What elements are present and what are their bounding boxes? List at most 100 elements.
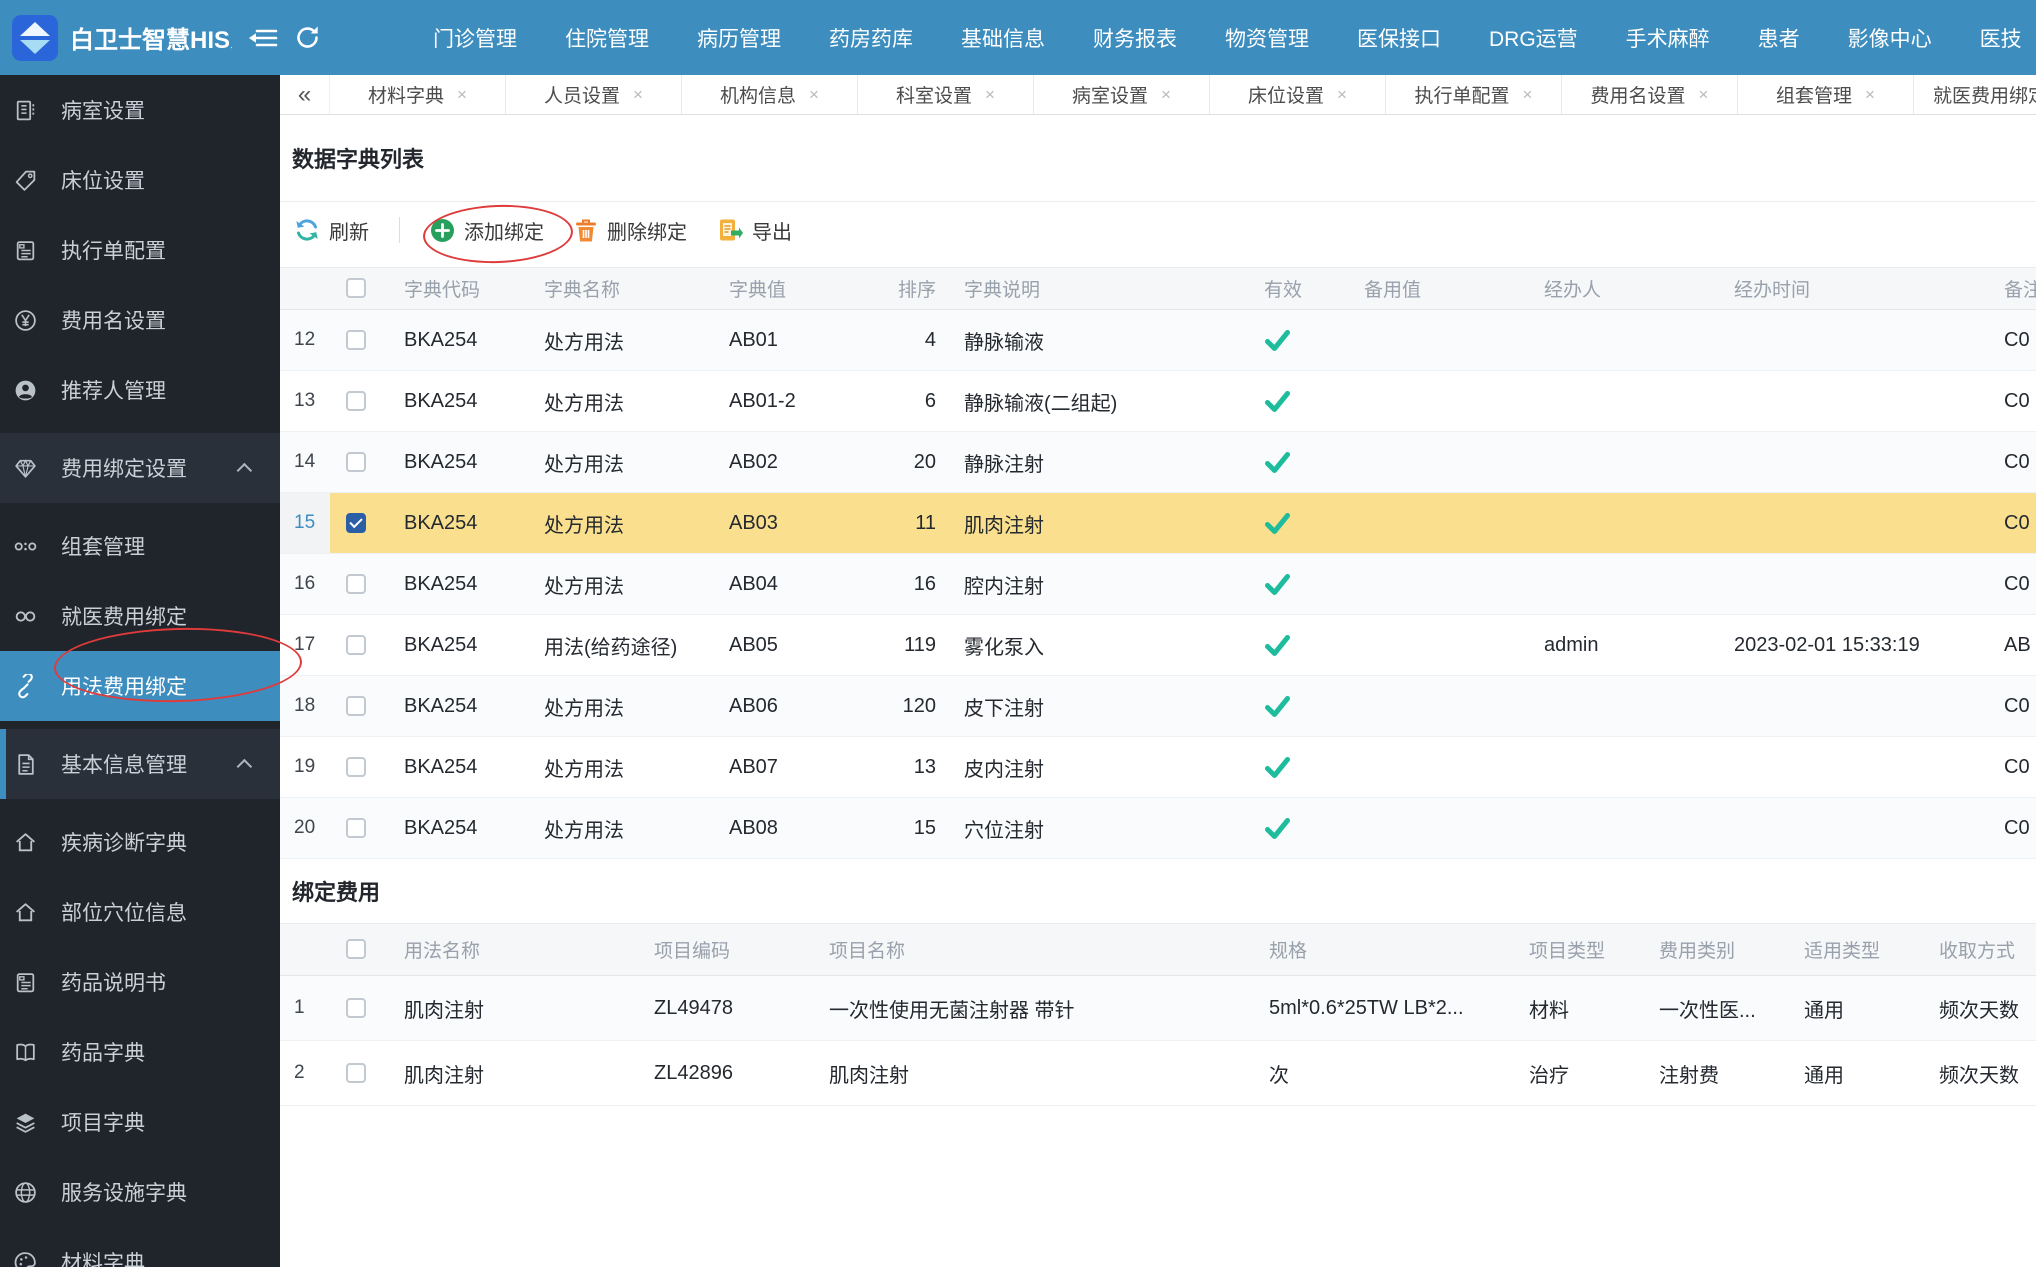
tab[interactable]: 病室设置 × xyxy=(1034,75,1210,114)
table-row[interactable]: 18 BKA254 处方用法 AB06 120 皮下注射 C0 xyxy=(280,676,2036,737)
row-checkbox[interactable] xyxy=(346,330,366,350)
top-nav-item[interactable]: DRG运营 xyxy=(1489,23,1578,53)
top-nav-item[interactable]: 基础信息 xyxy=(961,23,1045,53)
tab[interactable]: 床位设置 × xyxy=(1210,75,1386,114)
close-tab-icon[interactable]: × xyxy=(809,85,819,105)
top-nav-item[interactable]: 财务报表 xyxy=(1093,23,1177,53)
top-nav-item[interactable]: 病历管理 xyxy=(697,23,781,53)
row-checkbox[interactable] xyxy=(346,696,366,716)
cell-dict-name: 处方用法 xyxy=(528,493,713,554)
row-checkbox[interactable] xyxy=(346,391,366,411)
sidebar-item-drug-dict[interactable]: 药品字典 xyxy=(0,1017,280,1087)
sidebar-item-ward-setup[interactable]: 病室设置 xyxy=(0,75,280,145)
close-tab-icon[interactable]: × xyxy=(1699,85,1709,105)
tab[interactable]: 机构信息 × xyxy=(682,75,858,114)
sidebar-item-drug-manual[interactable]: 药品说明书 xyxy=(0,947,280,1017)
top-nav-item[interactable]: 手术麻醉 xyxy=(1626,23,1710,53)
tab-label: 机构信息 xyxy=(720,81,796,108)
cell-dict-value: AB01-2 xyxy=(713,371,878,432)
tab[interactable]: 执行单配置 × xyxy=(1386,75,1562,114)
sidebar-item-acupoint-info[interactable]: 部位穴位信息 xyxy=(0,877,280,947)
row-number: 12 xyxy=(280,310,330,371)
top-nav-menu: 门诊管理 住院管理 病历管理 药房药库 基础信息 财务报表 物资管理 医保接口 DRG运营 手术麻… xyxy=(433,23,2036,53)
table-row[interactable]: 19 BKA254 处方用法 AB07 13 皮内注射 C0 xyxy=(280,737,2036,798)
table-row[interactable]: 13 BKA254 处方用法 AB01-2 6 静脉输液(二组起) C0 xyxy=(280,371,2036,432)
tab[interactable]: 材料字典 × xyxy=(330,75,506,114)
row-checkbox[interactable] xyxy=(346,1063,366,1083)
tabs-collapse-button[interactable]: « xyxy=(280,75,330,114)
top-nav-item[interactable]: 住院管理 xyxy=(565,23,649,53)
delete-binding-button[interactable]: 删除绑定 xyxy=(574,216,687,245)
tab[interactable]: 就医费用绑定 × xyxy=(1914,75,2036,114)
tab[interactable]: 费用名设置 × xyxy=(1562,75,1738,114)
sidebar-item-visit-fee-binding[interactable]: 就医费用绑定 xyxy=(0,581,280,651)
sidebar-item-bed-setup[interactable]: 床位设置 xyxy=(0,145,280,215)
sidebar-item-exec-order-config[interactable]: 执行单配置 xyxy=(0,215,280,285)
top-nav-item[interactable]: 医保接口 xyxy=(1357,23,1441,53)
table-row[interactable]: 16 BKA254 处方用法 AB04 16 腔内注射 C0 xyxy=(280,554,2036,615)
tab[interactable]: 科室设置 × xyxy=(858,75,1034,114)
export-button[interactable]: 导出 xyxy=(717,216,792,245)
sidebar-item-disease-dict[interactable]: 疾病诊断字典 xyxy=(0,807,280,877)
refresh-page-icon[interactable] xyxy=(294,24,321,51)
table-row[interactable]: 15 BKA254 处方用法 AB03 11 肌肉注射 C0 xyxy=(280,493,2036,554)
row-checkbox[interactable] xyxy=(346,998,366,1018)
tab[interactable]: 组套管理 × xyxy=(1738,75,1914,114)
top-nav-item[interactable]: 门诊管理 xyxy=(433,23,517,53)
close-tab-icon[interactable]: × xyxy=(1865,85,1875,105)
row-checkbox[interactable] xyxy=(346,635,366,655)
bind-table-body: 1 肌肉注射 ZL49478 一次性使用无菌注射器 带针 5ml*0.6*25T… xyxy=(280,976,2036,1106)
table-row[interactable]: 12 BKA254 处方用法 AB01 4 静脉输液 C0 xyxy=(280,310,2036,371)
sidebar-item-referrer-mgmt[interactable]: 推荐人管理 xyxy=(0,355,280,425)
row-checkbox[interactable] xyxy=(346,513,366,533)
cell-operator xyxy=(1528,737,1718,798)
close-tab-icon[interactable]: × xyxy=(985,85,995,105)
row-checkbox[interactable] xyxy=(346,818,366,838)
cell-item-type: 材料 xyxy=(1513,976,1643,1041)
cell-dict-name: 处方用法 xyxy=(528,798,713,859)
sidebar-group-fee-binding[interactable]: 费用绑定设置 xyxy=(0,433,280,503)
add-binding-button[interactable]: 添加绑定 xyxy=(430,216,544,245)
table-row[interactable]: 20 BKA254 处方用法 AB08 15 穴位注射 C0 xyxy=(280,798,2036,859)
cell-dict-code: BKA254 xyxy=(388,676,528,737)
table-row[interactable]: 1 肌肉注射 ZL49478 一次性使用无菌注射器 带针 5ml*0.6*25T… xyxy=(280,976,2036,1041)
refresh-button[interactable]: 刷新 xyxy=(294,216,369,245)
sidebar-item-package-mgmt[interactable]: 组套管理 xyxy=(0,511,280,581)
table-row[interactable]: 2 肌肉注射 ZL42896 肌肉注射 次 治疗 注射费 通用 频次天数 xyxy=(280,1041,2036,1106)
cell-dict-value: AB02 xyxy=(713,432,878,493)
app-title: 白卫士智慧HIS系统 xyxy=(70,20,232,55)
sidebar-item-fee-name-setup[interactable]: 费用名设置 xyxy=(0,285,280,355)
tab-label: 科室设置 xyxy=(896,81,972,108)
close-tab-icon[interactable]: × xyxy=(1161,85,1171,105)
tab[interactable]: 人员设置 × xyxy=(506,75,682,114)
sidebar-item-usage-fee-binding[interactable]: 用法费用绑定 xyxy=(0,651,280,721)
close-tab-icon[interactable]: × xyxy=(1523,85,1533,105)
row-checkbox[interactable] xyxy=(346,452,366,472)
sidebar-item-material-dict[interactable]: 材料字典 xyxy=(0,1227,280,1267)
sidebar-item-service-facility-dict[interactable]: 服务设施字典 xyxy=(0,1157,280,1227)
top-nav-item[interactable]: 影像中心 xyxy=(1848,23,1932,53)
top-nav-item[interactable]: 药房药库 xyxy=(829,23,913,53)
close-tab-icon[interactable]: × xyxy=(457,85,467,105)
top-nav-item[interactable]: 物资管理 xyxy=(1225,23,1309,53)
cell-usage-name: 肌肉注射 xyxy=(388,976,638,1041)
col-spec: 规格 xyxy=(1253,924,1513,976)
cell-dict-name: 处方用法 xyxy=(528,371,713,432)
sidebar-item-project-dict[interactable]: 项目字典 xyxy=(0,1087,280,1157)
sidebar-group-basic-info[interactable]: 基本信息管理 xyxy=(0,729,280,799)
table-row[interactable]: 14 BKA254 处方用法 AB02 20 静脉注射 C0 xyxy=(280,432,2036,493)
cell-remark: C0 xyxy=(1988,493,2036,554)
table-row[interactable]: 17 BKA254 用法(给药途径) AB05 119 雾化泵入 admin 2… xyxy=(280,615,2036,676)
close-tab-icon[interactable]: × xyxy=(1337,85,1347,105)
row-checkbox[interactable] xyxy=(346,757,366,777)
top-nav-item[interactable]: 医技 xyxy=(1980,23,2022,53)
top-nav-item[interactable]: 患者 xyxy=(1758,23,1800,53)
select-all-checkbox[interactable] xyxy=(346,939,366,959)
refresh-icon xyxy=(294,217,320,243)
select-all-checkbox[interactable] xyxy=(346,278,366,298)
menu-fold-icon[interactable] xyxy=(248,26,278,50)
close-tab-icon[interactable]: × xyxy=(633,85,643,105)
row-checkbox[interactable] xyxy=(346,574,366,594)
valid-check-icon xyxy=(1264,328,1291,353)
col-fee-category: 费用类别 xyxy=(1643,924,1788,976)
